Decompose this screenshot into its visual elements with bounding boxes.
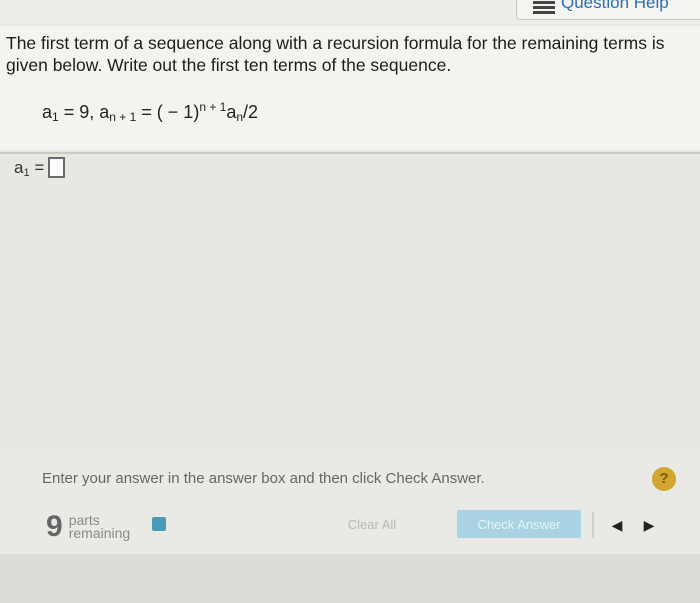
answer-area: a1 = <box>0 154 700 454</box>
nav-divider <box>592 512 594 538</box>
list-icon <box>533 1 555 15</box>
answer-row-a1: a1 = <box>14 157 66 179</box>
help-icon[interactable]: ? <box>652 467 676 491</box>
parts-progress-icon <box>152 517 166 531</box>
instruction-text: Enter your answer in the answer box and … <box>42 470 485 487</box>
check-answer-button[interactable]: Check Answer <box>457 510 581 538</box>
parts-label: parts remaining <box>68 512 131 541</box>
top-bar: Question Help <box>0 0 700 24</box>
clear-all-button[interactable]: Clear All <box>340 512 404 536</box>
answer-input-box[interactable] <box>48 157 66 178</box>
question-panel: The first term of a sequence along with … <box>0 26 700 150</box>
next-arrow-icon[interactable]: ▶ <box>640 516 658 534</box>
recursion-formula: a1 = 9, an + 1 = ( − 1)n + 1an/2 <box>42 100 259 124</box>
parts-count: 9 <box>46 510 63 543</box>
question-help-button[interactable]: Question Help <box>516 0 700 20</box>
question-prompt: The first term of a sequence along with … <box>6 33 665 75</box>
question-help-label: Question Help <box>561 0 669 12</box>
footer-panel: Enter your answer in the answer box and … <box>0 454 700 554</box>
bottom-strip <box>0 554 700 603</box>
parts-remaining: 9 parts remaining <box>46 512 130 542</box>
previous-arrow-icon[interactable]: ◀ <box>608 516 626 534</box>
answer-label: a1 = <box>14 157 45 179</box>
